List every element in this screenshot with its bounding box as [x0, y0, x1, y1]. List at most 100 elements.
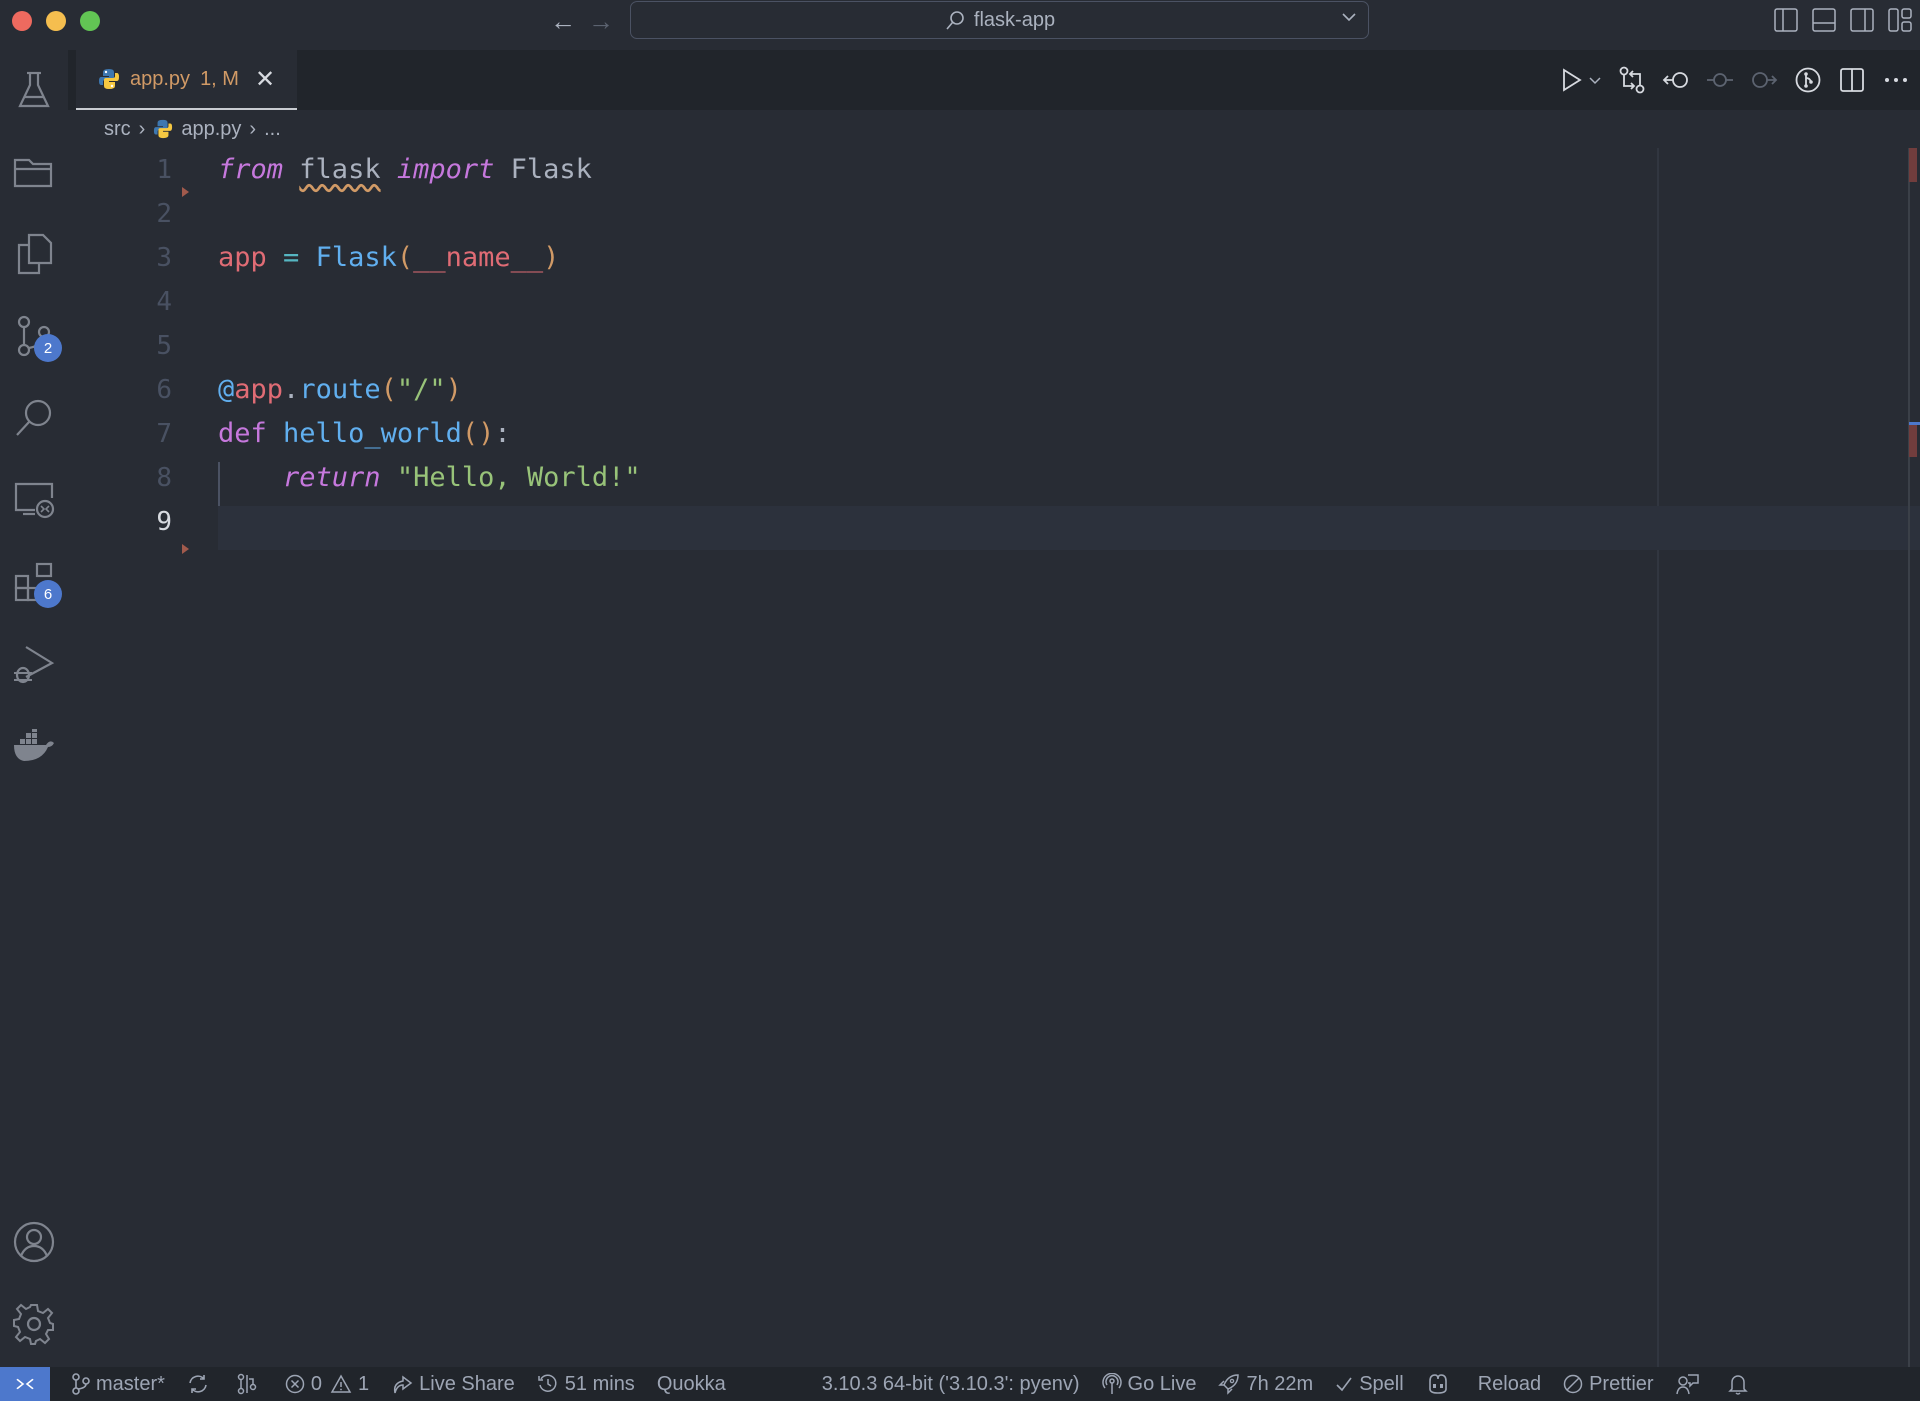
- reload-label: Reload: [1477, 1372, 1542, 1395]
- customize-layout-icon[interactable]: [1888, 8, 1912, 32]
- feedback-status[interactable]: [1675, 1373, 1706, 1395]
- code-token: hello_world: [283, 418, 462, 449]
- more-actions-icon[interactable]: [1882, 66, 1910, 94]
- run-options-chevron-icon[interactable]: [1588, 66, 1602, 94]
- code-text: app = Flask(__name__): [218, 236, 559, 280]
- toggle-secondary-sidebar-icon[interactable]: [1850, 8, 1874, 32]
- breadcrumb-separator-icon: ›: [249, 117, 257, 140]
- close-window-button[interactable]: [12, 11, 32, 31]
- activity-accounts[interactable]: [10, 1218, 58, 1266]
- git-branch-status[interactable]: master*: [72, 1373, 165, 1396]
- activity-run-debug[interactable]: [10, 640, 58, 688]
- copilot-status[interactable]: [1426, 1373, 1456, 1395]
- maximize-window-button[interactable]: [80, 11, 100, 31]
- code-token: flask: [299, 154, 381, 185]
- remote-indicator[interactable]: [0, 1367, 50, 1401]
- previous-change-icon[interactable]: [1662, 66, 1690, 94]
- fold-marker-icon[interactable]: [182, 544, 189, 554]
- next-change-icon[interactable]: [1750, 66, 1778, 94]
- code-token: from: [218, 154, 284, 185]
- code-line[interactable]: 1 from flask import Flask: [68, 148, 1920, 192]
- account-icon: [13, 1221, 55, 1263]
- line-number: 3: [156, 243, 172, 273]
- code-token: app: [218, 242, 267, 273]
- code-editor[interactable]: 1 from flask import Flask 2 3 app = Flask(__…: [68, 148, 1920, 1367]
- forward-arrow-icon[interactable]: →: [588, 8, 614, 34]
- code-line[interactable]: 3 app = Flask(__name__): [68, 236, 1920, 280]
- code-line[interactable]: 7 def hello_world():: [68, 412, 1920, 456]
- code-token: import: [396, 154, 495, 185]
- time-tracker-status[interactable]: 51 mins: [537, 1373, 635, 1396]
- open-changes-icon[interactable]: [1618, 66, 1646, 94]
- breadcrumb-folder-src[interactable]: src: [104, 118, 131, 141]
- code-line[interactable]: 9: [68, 500, 1920, 544]
- reload-status[interactable]: Reload: [1478, 1373, 1541, 1396]
- chevron-down-icon[interactable]: [1340, 8, 1358, 26]
- code-line[interactable]: 4: [68, 280, 1920, 324]
- code-line[interactable]: 5: [68, 324, 1920, 368]
- breadcrumb-file-app-py[interactable]: app.py: [181, 118, 241, 141]
- breadcrumb-symbols[interactable]: ...: [264, 118, 281, 141]
- git-branch-icon: [72, 1373, 96, 1395]
- quokka-status[interactable]: Quokka: [657, 1373, 726, 1396]
- run-python-file-icon[interactable]: [1558, 66, 1586, 94]
- live-share-status[interactable]: Live Share: [391, 1373, 515, 1396]
- activity-docker[interactable]: [10, 722, 58, 770]
- gear-icon: [13, 1303, 55, 1345]
- activity-explorer[interactable]: [10, 230, 58, 278]
- git-graph-status[interactable]: [237, 1373, 263, 1395]
- sync-changes[interactable]: [187, 1373, 215, 1395]
- notifications-status[interactable]: [1727, 1373, 1754, 1395]
- activity-extensions[interactable]: 6: [10, 558, 62, 608]
- fold-marker-icon[interactable]: [182, 187, 189, 197]
- line-number: 2: [156, 199, 172, 229]
- prettier-status[interactable]: Prettier: [1563, 1373, 1654, 1396]
- tab-label: app.py: [130, 67, 191, 90]
- code-token: "Hello, World!": [396, 462, 641, 493]
- code-token: (: [380, 374, 397, 405]
- code-text: from flask import Flask: [218, 148, 592, 192]
- code-line[interactable]: 6 @app.route("/"): [68, 368, 1920, 412]
- code-text: def hello_world():: [218, 412, 511, 456]
- timeline-dot-icon[interactable]: [1706, 66, 1734, 94]
- code-line[interactable]: 8 return "Hello, World!": [68, 456, 1920, 500]
- activity-folders[interactable]: [10, 148, 58, 196]
- go-live-status[interactable]: Go Live: [1101, 1373, 1196, 1396]
- search-icon: [14, 398, 54, 438]
- line-number: 1: [156, 155, 172, 185]
- session-time-status[interactable]: 7h 22m: [1218, 1373, 1313, 1396]
- activity-source-control[interactable]: 2: [10, 312, 62, 362]
- activity-testing[interactable]: [10, 66, 58, 114]
- activity-remote-explorer[interactable]: [10, 476, 58, 524]
- back-arrow-icon[interactable]: ←: [550, 8, 576, 34]
- time-tracker-label: 51 mins: [564, 1372, 635, 1395]
- close-icon[interactable]: ✕: [255, 65, 275, 94]
- code-text: return "Hello, World!": [218, 456, 641, 500]
- tab-app-py[interactable]: app.py 1, M ✕: [76, 50, 297, 110]
- activity-search[interactable]: [10, 394, 58, 442]
- command-center[interactable]: flask-app: [630, 1, 1369, 39]
- git-graph-icon[interactable]: [1794, 66, 1822, 94]
- toggle-primary-sidebar-icon[interactable]: [1774, 8, 1798, 32]
- code-line[interactable]: 2: [68, 192, 1920, 236]
- minimize-window-button[interactable]: [46, 11, 66, 31]
- python-interpreter-status[interactable]: 3.10.3 64-bit ('3.10.3': pyenv): [822, 1373, 1080, 1396]
- docker-icon: [12, 729, 56, 763]
- overview-ruler[interactable]: [1908, 148, 1910, 1367]
- bell-icon: [1727, 1373, 1754, 1395]
- command-center-label: flask-app: [973, 8, 1056, 31]
- code-token: .: [283, 374, 300, 405]
- remote-explorer-icon: [13, 480, 55, 520]
- activity-manage[interactable]: [10, 1300, 58, 1348]
- split-editor-icon[interactable]: [1838, 66, 1866, 94]
- live-share-icon: [391, 1373, 419, 1395]
- rocket-icon: [1218, 1373, 1246, 1395]
- overview-error-mark: [1909, 425, 1917, 457]
- spell-check-status[interactable]: Spell: [1335, 1373, 1404, 1396]
- problems-status[interactable]: 0 1: [285, 1373, 369, 1396]
- toggle-panel-icon[interactable]: [1812, 8, 1836, 32]
